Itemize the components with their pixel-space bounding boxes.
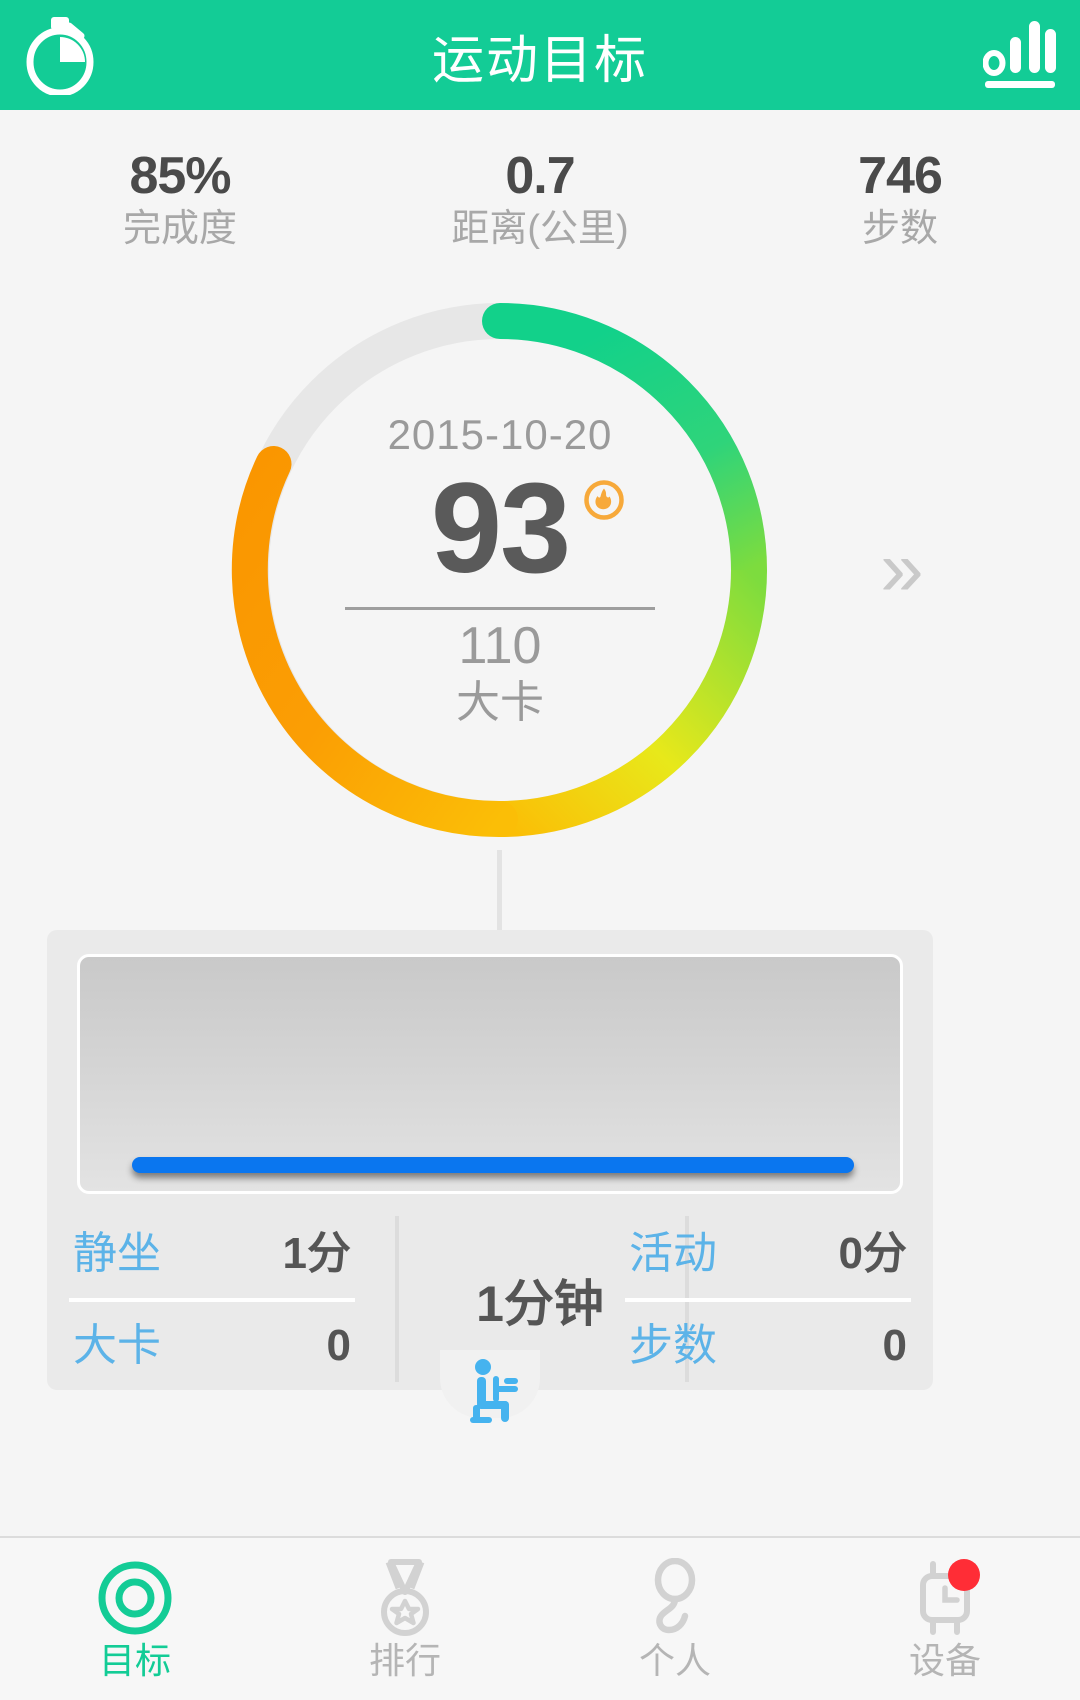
stat-completion: 85% 完成度 <box>0 110 360 290</box>
row-label: 静坐 <box>73 1229 161 1278</box>
stats-column-right: 活动 0分 步数 0 <box>625 1210 911 1390</box>
flame-icon <box>584 479 624 520</box>
nav-tab-device[interactable]: 设备 <box>810 1538 1080 1700</box>
stat-distance: 0.7 距离(公里) <box>360 110 720 290</box>
nav-label: 目标 <box>98 1640 171 1682</box>
next-day-button[interactable]: » <box>862 528 942 608</box>
calorie-progress-ring[interactable]: 2015-10-20 93 110 大卡 <box>215 285 785 855</box>
row-value: 1分 <box>282 1229 351 1278</box>
nav-label: 设备 <box>908 1640 981 1682</box>
nav-tab-ranking[interactable]: 排行 <box>270 1538 540 1700</box>
stopwatch-icon <box>26 17 94 95</box>
bottom-navigation: 目标 排行 个人 设备 <box>0 1536 1080 1700</box>
ring-value-row: 93 <box>430 456 624 600</box>
stat-row-calories: 大卡 0 <box>69 1302 355 1390</box>
stat-label: 完成度 <box>122 208 237 251</box>
row-label: 步数 <box>629 1321 717 1370</box>
statistics-button[interactable] <box>960 0 1080 110</box>
nav-label: 排行 <box>368 1640 441 1682</box>
stat-steps: 746 步数 <box>720 110 1080 290</box>
summary-stats: 85% 完成度 0.7 距离(公里) 746 步数 <box>0 110 1080 290</box>
stat-row-sedentary: 静坐 1分 <box>69 1210 355 1298</box>
activity-timeline-panel[interactable] <box>77 954 903 1194</box>
row-value: 0分 <box>838 1229 907 1278</box>
stat-value: 746 <box>858 146 943 205</box>
page-title: 运动目标 <box>431 31 648 90</box>
stat-label: 步数 <box>861 208 938 251</box>
watch-device-icon <box>904 1557 986 1639</box>
ring-center-content: 2015-10-20 93 110 大卡 <box>215 285 785 855</box>
notification-badge <box>948 1559 980 1592</box>
ring-goal-value: 110 <box>458 616 542 675</box>
row-value: 0 <box>326 1321 351 1370</box>
ring-divider <box>345 606 655 610</box>
ring-date: 2015-10-20 <box>387 410 613 458</box>
activity-detail-card: 静坐 1分 大卡 0 1分钟 活动 0分 步数 0 <box>47 930 933 1390</box>
stat-value: 85% <box>129 146 231 205</box>
sitting-person-icon <box>470 1359 518 1423</box>
target-ring-icon <box>94 1557 176 1639</box>
row-label: 活动 <box>629 1229 717 1278</box>
app-header: 运动目标 <box>0 0 1080 110</box>
sedentary-progress-bar <box>132 1157 854 1173</box>
medal-icon <box>364 1557 446 1639</box>
stat-row-steps: 步数 0 <box>625 1302 911 1390</box>
ring-card-connector <box>497 850 502 932</box>
ring-unit-label: 大卡 <box>456 677 544 727</box>
stat-row-active: 活动 0分 <box>625 1210 911 1298</box>
ring-current-value: 93 <box>430 456 571 600</box>
stats-column-left: 静坐 1分 大卡 0 <box>69 1210 355 1390</box>
nav-tab-goal[interactable]: 目标 <box>0 1538 270 1700</box>
row-value: 0 <box>882 1321 907 1370</box>
stat-value: 0.7 <box>505 146 575 205</box>
nav-tab-profile[interactable]: 个人 <box>540 1538 810 1700</box>
bar-chart-icon <box>983 21 1056 88</box>
person-icon <box>634 1557 716 1639</box>
nav-label: 个人 <box>638 1640 711 1682</box>
stat-label: 距离(公里) <box>451 208 629 251</box>
row-label: 大卡 <box>73 1321 161 1370</box>
stopwatch-button[interactable] <box>0 0 120 110</box>
